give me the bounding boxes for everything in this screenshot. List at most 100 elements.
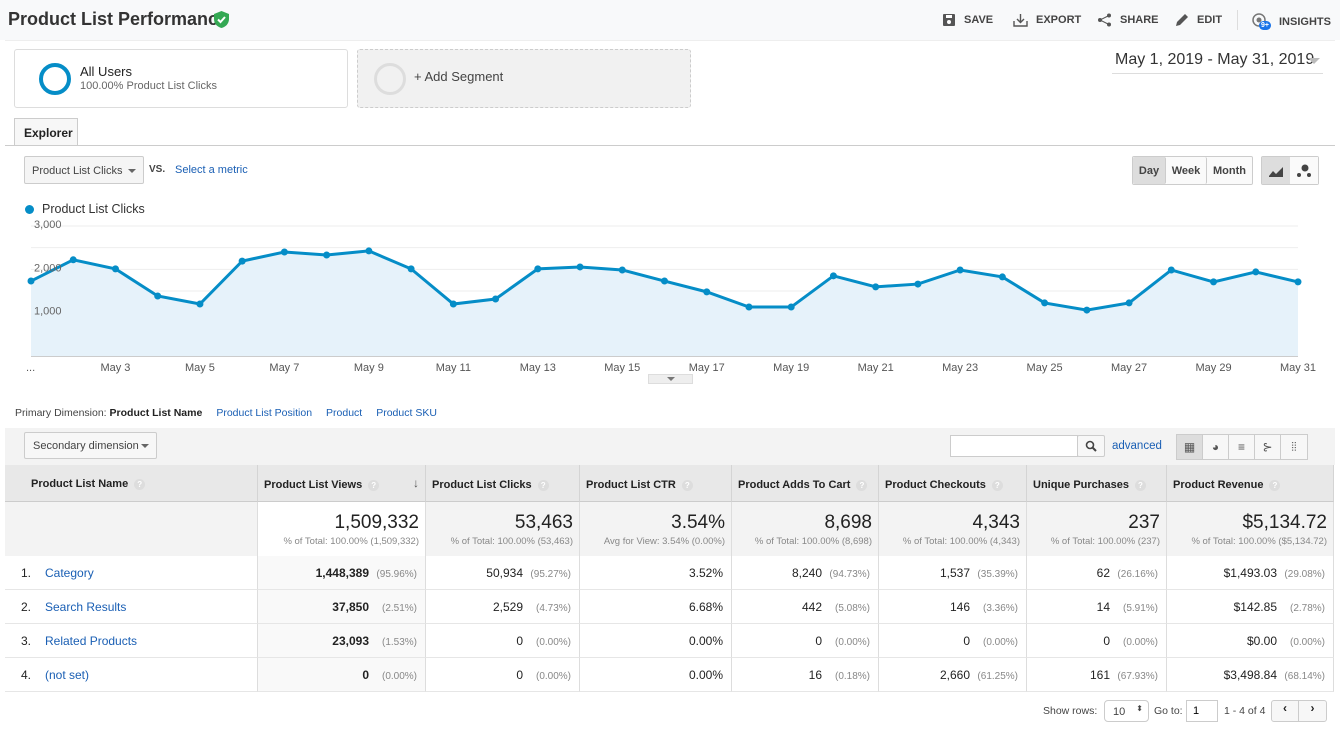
help-icon[interactable]: ? — [991, 480, 1003, 491]
data-point[interactable] — [1210, 278, 1218, 286]
help-icon[interactable]: ? — [856, 480, 868, 491]
row-name-link[interactable]: Related Products — [45, 634, 137, 648]
data-point[interactable] — [323, 251, 331, 259]
row-name-link[interactable]: (not set) — [45, 668, 89, 682]
percentage-view-button[interactable]: ◕ — [1203, 435, 1229, 459]
data-point[interactable] — [1083, 306, 1091, 314]
data-point[interactable] — [1252, 268, 1260, 276]
data-point[interactable] — [407, 265, 415, 273]
data-point[interactable] — [661, 277, 668, 285]
row-name-link[interactable]: Category — [45, 566, 94, 580]
data-point[interactable] — [872, 283, 880, 291]
dimension-product-list-name[interactable]: Product List Name — [110, 407, 203, 419]
column-header[interactable]: Product List Views? ↓ — [258, 465, 426, 502]
week-button[interactable]: Week — [1166, 157, 1207, 184]
data-point[interactable] — [1167, 266, 1175, 274]
data-point[interactable] — [914, 280, 922, 288]
divider — [5, 145, 1335, 146]
column-header[interactable]: Product List Clicks? — [426, 465, 580, 502]
edit-button[interactable]: EDIT — [1175, 13, 1222, 27]
column-header[interactable]: Product Checkouts? — [879, 465, 1027, 502]
data-point[interactable] — [829, 272, 837, 280]
help-icon[interactable]: ? — [1134, 480, 1146, 491]
data-point[interactable] — [1041, 299, 1049, 307]
segment-all-users[interactable]: All Users 100.00% Product List Clicks — [14, 49, 348, 108]
totals-label-cell — [5, 502, 258, 556]
data-point[interactable] — [787, 303, 795, 311]
metric-dropdown[interactable]: Product List Clicks — [24, 156, 144, 184]
data-point[interactable] — [492, 295, 500, 303]
goto-page-input[interactable] — [1186, 700, 1218, 722]
help-icon[interactable]: ? — [368, 480, 380, 491]
data-point[interactable] — [280, 248, 288, 256]
date-range-picker[interactable]: May 1, 2019 - May 31, 2019 — [1112, 51, 1323, 74]
data-point[interactable] — [238, 257, 246, 265]
dimension-product-sku[interactable]: Product SKU — [376, 407, 437, 419]
grid-icon: ▦ — [1183, 440, 1196, 454]
comparison-view-button[interactable]: ⊱ — [1255, 435, 1281, 459]
page-title: Product List Performance — [8, 9, 229, 29]
next-page-button[interactable]: › — [1299, 701, 1326, 721]
data-point[interactable] — [27, 277, 35, 285]
stepper-icon: ⬍ — [1136, 704, 1143, 713]
data-point[interactable] — [745, 303, 753, 311]
dimension-product-list-position[interactable]: Product List Position — [216, 407, 312, 419]
column-header[interactable]: Product List Name? — [5, 465, 258, 502]
column-header[interactable]: Product List CTR? — [580, 465, 732, 502]
pivot-view-button[interactable]: ⦙⦙ — [1281, 435, 1307, 459]
column-header[interactable]: Unique Purchases? — [1027, 465, 1167, 502]
line-chart-button[interactable] — [1262, 157, 1290, 184]
help-icon[interactable]: ? — [134, 479, 146, 490]
table-cell: 2,660 (61.25%) — [879, 658, 1027, 692]
search-button[interactable] — [1077, 435, 1105, 457]
insights-button[interactable]: 9+ INSIGHTS — [1251, 13, 1331, 31]
table-cell: 161 (67.93%) — [1027, 658, 1167, 692]
chevron-down-icon — [1308, 58, 1320, 70]
data-point[interactable] — [449, 300, 457, 308]
y-tick-label: 1,000 — [34, 306, 62, 318]
add-segment-button[interactable]: + Add Segment — [357, 49, 691, 108]
dimension-product[interactable]: Product — [326, 407, 362, 419]
data-point[interactable] — [618, 266, 626, 274]
data-point[interactable] — [956, 266, 964, 274]
save-button[interactable]: SAVE — [942, 13, 993, 27]
table-search-input[interactable] — [950, 435, 1078, 457]
data-point[interactable] — [1294, 278, 1302, 286]
day-button[interactable]: Day — [1133, 157, 1166, 184]
help-icon[interactable]: ? — [537, 480, 549, 491]
data-point[interactable] — [365, 247, 373, 255]
advanced-filter-link[interactable]: advanced — [1112, 440, 1162, 452]
data-point[interactable] — [196, 300, 204, 308]
data-point[interactable] — [69, 256, 77, 264]
help-icon[interactable]: ? — [1269, 480, 1281, 491]
row-name-link[interactable]: Search Results — [45, 600, 126, 614]
month-button[interactable]: Month — [1207, 157, 1252, 184]
data-point[interactable] — [111, 265, 119, 273]
performance-view-button[interactable]: ≡ — [1229, 435, 1255, 459]
table-view-button[interactable]: ▦ — [1177, 435, 1203, 459]
data-point[interactable] — [576, 263, 584, 271]
select-metric-link[interactable]: Select a metric — [175, 164, 248, 176]
x-tick-label: May 29 — [1195, 362, 1231, 374]
column-header[interactable]: Product Revenue? — [1167, 465, 1334, 502]
table-row: 1. Category — [5, 556, 258, 590]
secondary-dimension-dropdown[interactable]: Secondary dimension — [24, 432, 157, 459]
tab-explorer[interactable]: Explorer — [14, 118, 78, 146]
data-point[interactable] — [534, 265, 542, 273]
data-point[interactable] — [154, 292, 162, 300]
line-chart-icon — [1269, 166, 1283, 177]
chart-resize-handle[interactable] — [648, 374, 693, 384]
prev-page-button[interactable]: ‹ — [1272, 701, 1299, 721]
save-icon — [943, 14, 955, 26]
granularity-toggle: Day Week Month — [1132, 156, 1253, 185]
data-point[interactable] — [998, 273, 1006, 281]
column-header[interactable]: Product Adds To Cart? — [732, 465, 879, 502]
data-point[interactable] — [703, 288, 711, 296]
share-button[interactable]: SHARE — [1097, 13, 1159, 27]
rows-per-page-select[interactable]: 10 ⬍ — [1104, 700, 1149, 722]
data-point[interactable] — [1125, 299, 1133, 307]
sort-desc-icon[interactable]: ↓ — [413, 476, 419, 490]
help-icon[interactable]: ? — [681, 480, 693, 491]
motion-chart-button[interactable] — [1290, 157, 1318, 184]
export-button[interactable]: EXPORT — [1013, 13, 1081, 27]
